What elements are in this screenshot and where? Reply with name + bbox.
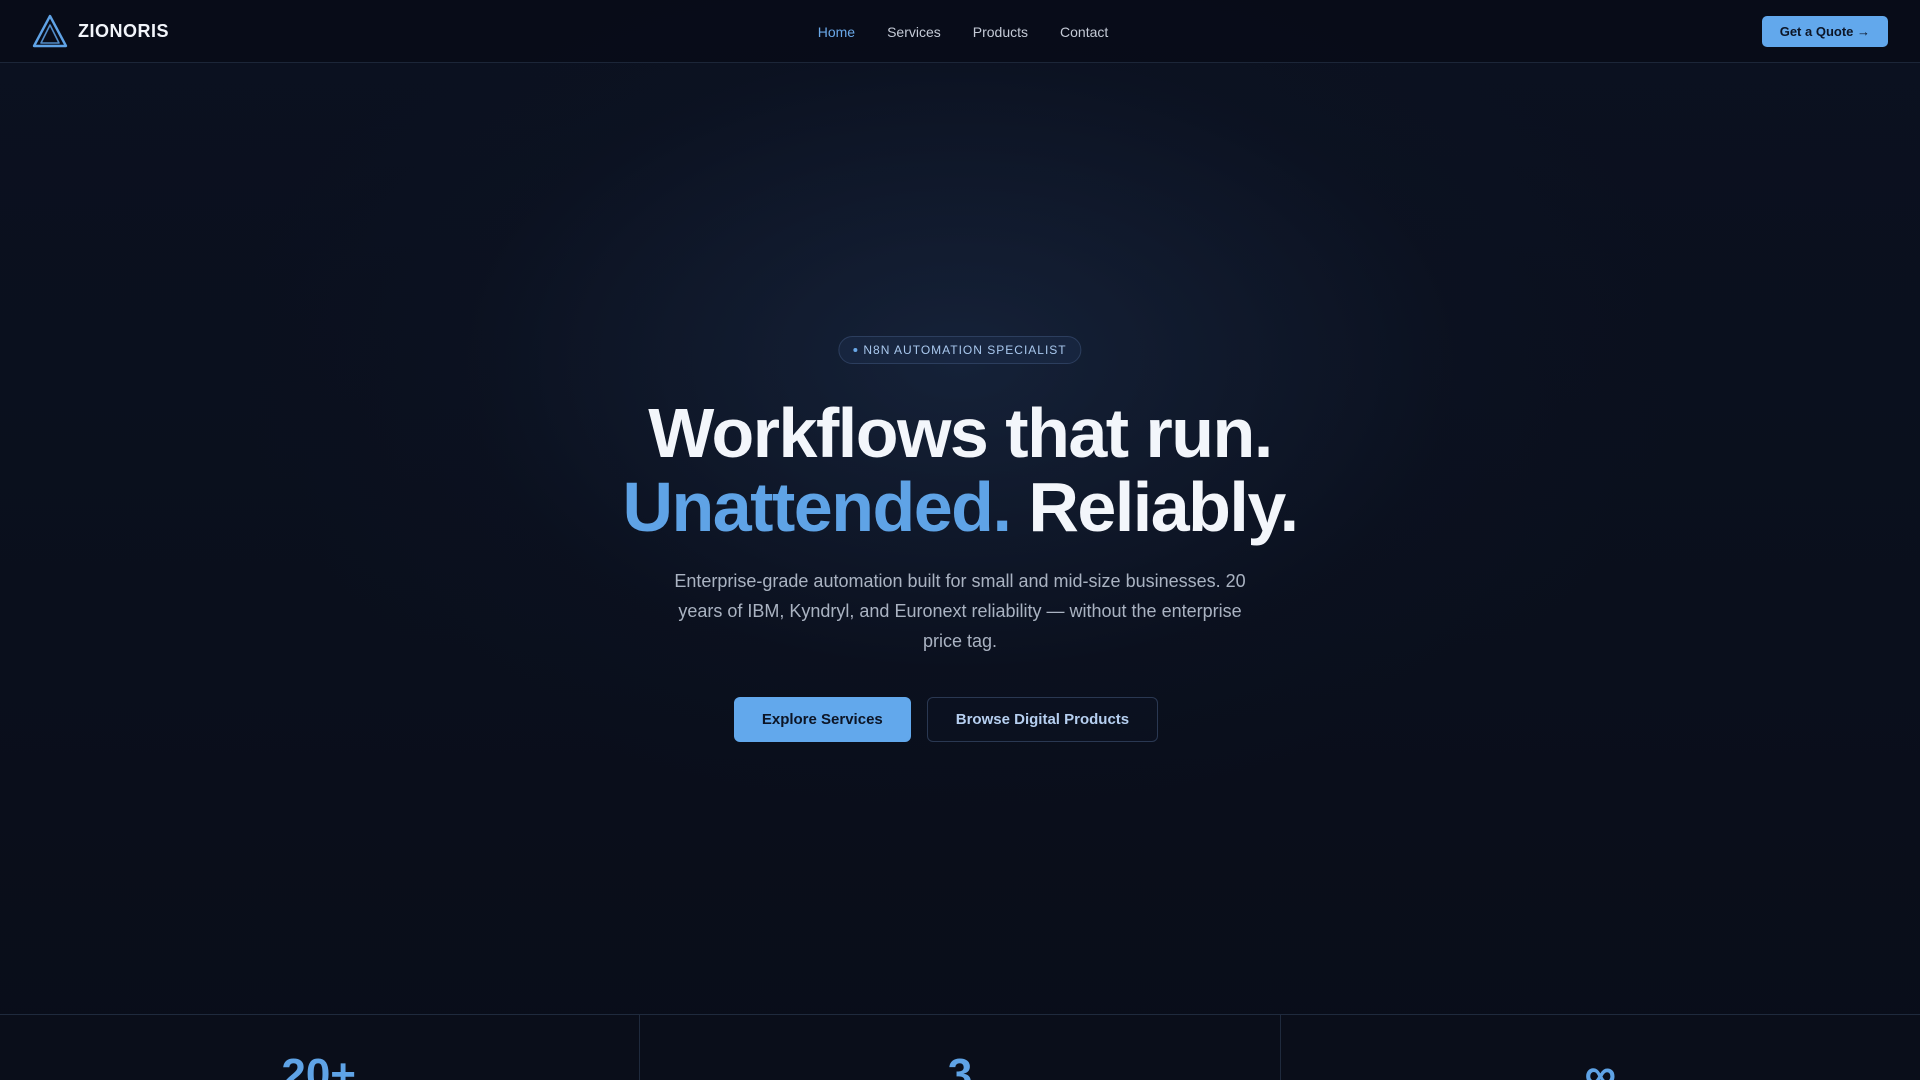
- stat-value: 3: [947, 1050, 973, 1080]
- nav-link-products[interactable]: Products: [973, 24, 1028, 40]
- brand[interactable]: ZIONORIS: [32, 14, 169, 48]
- stat-value: 20+: [281, 1050, 356, 1080]
- headline-line-1: Workflows that run.: [648, 394, 1273, 472]
- browse-digital-products-button[interactable]: Browse Digital Products: [926, 697, 1159, 742]
- nav-link-services[interactable]: Services: [887, 24, 941, 40]
- specialist-badge: N8N AUTOMATION SPECIALIST: [838, 336, 1082, 364]
- headline-rest: Reliably.: [1010, 468, 1299, 546]
- brand-name: ZIONORIS: [78, 20, 170, 41]
- stats-strip: 20+ 3 ∞: [0, 1014, 1920, 1080]
- headline-accent: Unattended.: [622, 468, 1011, 546]
- nav-link-home[interactable]: Home: [818, 24, 855, 40]
- hero-subtitle: Enterprise-grade automation built for sm…: [674, 571, 1246, 651]
- stat-value: ∞: [1584, 1050, 1616, 1080]
- hero-section: N8N AUTOMATION SPECIALIST Workflows that…: [0, 64, 1920, 1014]
- triangle-logo-icon: [32, 14, 68, 48]
- hero-cta-row: Explore Services Browse Digital Products: [0, 697, 1920, 742]
- get-a-quote-button[interactable]: Get a Quote →: [1761, 16, 1888, 47]
- stat-card: 3: [640, 1015, 1281, 1080]
- stat-card: 20+: [0, 1015, 641, 1080]
- navbar: ZIONORIS Home Services Products Contact …: [0, 0, 1920, 63]
- main-nav: Home Services Products Contact: [0, 0, 1920, 63]
- stat-card: ∞: [1281, 1015, 1920, 1080]
- explore-services-button[interactable]: Explore Services: [733, 697, 911, 742]
- badge-dot-icon: [853, 348, 858, 352]
- nav-link-contact[interactable]: Contact: [1060, 24, 1108, 40]
- badge-label: N8N AUTOMATION SPECIALIST: [863, 343, 1067, 357]
- hero-headline: Workflows that run. Unattended. Reliably…: [0, 396, 1920, 544]
